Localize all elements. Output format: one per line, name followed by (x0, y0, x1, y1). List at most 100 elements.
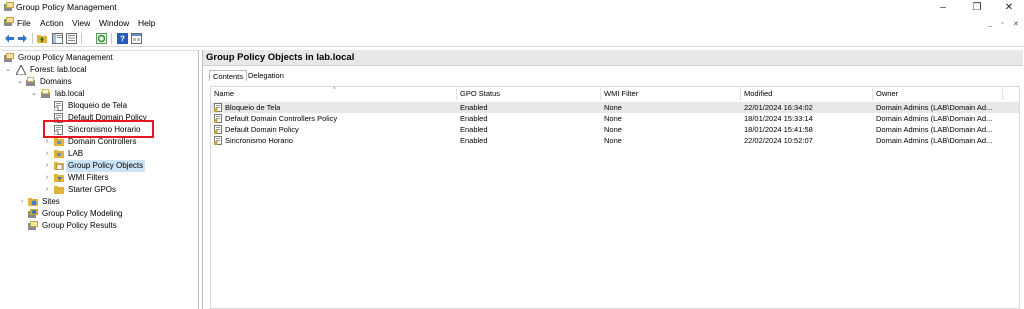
tab-contents[interactable]: Contents (209, 70, 248, 81)
cell-wmi: None (604, 114, 622, 123)
domains-icon (26, 77, 35, 86)
gpo-folder-icon (54, 162, 64, 170)
chevron-right-icon[interactable]: › (43, 184, 51, 196)
cell-owner: Domain Admins (LAB\Domain Ad... (876, 114, 993, 123)
gpo-link-icon (54, 101, 63, 111)
column-header-name[interactable]: Name ^ (211, 87, 457, 100)
maximize-button[interactable]: ❐ (962, 0, 992, 15)
menu-help[interactable]: Help (138, 18, 155, 28)
tree-label-results: Group Policy Results (42, 221, 117, 230)
tree-label-gpo-link: Bloqueio de Tela (68, 101, 128, 110)
gpo-icon (214, 136, 222, 145)
system-menu-icon[interactable] (4, 17, 14, 27)
cell-modified: 18/01/2024 15:33:14 (744, 114, 813, 123)
menu-view[interactable]: View (72, 18, 90, 28)
sort-ascending-icon: ^ (333, 87, 336, 93)
toolbar-separator (111, 33, 112, 44)
mdi-close-button[interactable]: ✕ (1013, 20, 1019, 28)
window-title: Group Policy Management (16, 2, 117, 12)
tree-label-forest: Forest: lab.local (30, 65, 87, 74)
close-button[interactable]: ✕ (994, 0, 1024, 15)
help-icon[interactable]: ? (117, 33, 128, 44)
column-header-owner[interactable]: Owner (873, 87, 1003, 100)
tree-label-starter-gpos: Starter GPOs (68, 185, 117, 194)
tree-label-wmi-filters: WMI Filters (68, 173, 109, 182)
forest-icon (16, 65, 26, 75)
menu-window[interactable]: Window (99, 18, 129, 28)
tree-label-lab-ou: LAB (68, 149, 84, 158)
cell-wmi: None (604, 136, 622, 145)
results-icon (28, 221, 38, 230)
title-bar: Group Policy Management – ❐ ✕ (0, 0, 1024, 15)
column-header-wmi-filter[interactable]: WMI Filter (601, 87, 741, 100)
table-row[interactable]: Default Domain Controllers Policy Enable… (211, 113, 1019, 124)
show-hide-tree-icon[interactable] (52, 33, 63, 44)
toolbar-separator (32, 33, 33, 44)
chevron-right-icon[interactable]: › (43, 172, 51, 184)
cell-modified: 22/01/2024 16:34:02 (744, 103, 813, 112)
column-label: Owner (876, 89, 899, 98)
column-label: WMI Filter (604, 89, 639, 98)
gpo-icon (214, 125, 222, 134)
folder-up-icon[interactable] (37, 33, 48, 44)
back-icon[interactable] (4, 33, 15, 44)
tree-label-domains: Domains (40, 77, 72, 86)
list-view-icon[interactable] (66, 33, 77, 44)
cell-wmi: None (604, 103, 622, 112)
column-label: GPO Status (460, 89, 501, 98)
cell-owner: Domain Admins (LAB\Domain Ad... (876, 136, 993, 145)
cell-name: Default Domain Policy (225, 125, 299, 134)
toolbar (0, 31, 1024, 47)
refresh-icon[interactable] (96, 33, 107, 44)
gpmc-app-icon (4, 2, 14, 11)
gpmc-icon (4, 53, 14, 62)
tree-label-root: Group Policy Management (18, 53, 113, 62)
table-row[interactable]: Bloqueio de Tela Enabled None 22/01/2024… (211, 102, 1019, 113)
chevron-right-icon[interactable]: › (43, 160, 51, 172)
chevron-right-icon[interactable]: › (43, 148, 51, 160)
cell-name: Default Domain Controllers Policy (225, 114, 338, 123)
starter-gpo-folder-icon (54, 186, 64, 194)
chevron-down-icon[interactable]: ⌄ (4, 64, 12, 76)
mdi-minimize-button[interactable]: _ (988, 20, 992, 27)
table-row[interactable]: Sincronismo Horario Enabled None 22/02/2… (211, 135, 1019, 146)
cell-owner: Domain Admins (LAB\Domain Ad... (876, 125, 993, 134)
tab-delegation[interactable]: Delegation (245, 70, 287, 81)
column-header-modified[interactable]: Modified (741, 87, 873, 100)
table-row[interactable]: Default Domain Policy Enabled None 18/01… (211, 124, 1019, 135)
chevron-right-icon[interactable]: › (43, 136, 51, 148)
chevron-down-icon[interactable]: ⌄ (16, 76, 24, 88)
ou-icon (54, 138, 64, 146)
cell-wmi: None (604, 125, 622, 134)
cell-modified: 18/01/2024 15:41:58 (744, 125, 813, 134)
sites-icon (28, 198, 38, 206)
column-header-gpo-status[interactable]: GPO Status (457, 87, 601, 100)
column-label: Modified (744, 89, 773, 98)
column-label: Name (214, 89, 235, 98)
mdi-restore-button[interactable]: ▫ (1001, 20, 1003, 27)
gpo-icon (214, 114, 222, 123)
tree-label-modeling: Group Policy Modeling (42, 209, 123, 218)
details-header: Group Policy Objects in lab.local (203, 50, 1023, 66)
minimize-button[interactable]: – (928, 0, 958, 15)
details-pane: Group Policy Objects in lab.local Conten… (202, 50, 1023, 309)
wmi-filter-folder-icon (54, 174, 64, 182)
toolbar-separator (81, 33, 82, 44)
cell-owner: Domain Admins (LAB\Domain Ad... (876, 103, 993, 112)
forward-icon[interactable] (17, 33, 28, 44)
gpo-list[interactable]: Name ^ GPO Status WMI Filter Modified Ow… (210, 86, 1020, 309)
domain-icon (41, 89, 50, 98)
menu-action[interactable]: Action (40, 18, 64, 28)
cell-modified: 22/02/2024 10:52:07 (744, 136, 813, 145)
cell-status: Enabled (460, 103, 488, 112)
cell-name: Sincronismo Horario (225, 136, 293, 145)
tree-label-group-policy-objects: Group Policy Objects (66, 160, 146, 172)
cell-status: Enabled (460, 136, 488, 145)
menu-file[interactable]: File (17, 18, 31, 28)
cell-name: Bloqueio de Tela (225, 103, 281, 112)
ou-icon (54, 150, 64, 158)
page-title: Group Policy Objects in lab.local (206, 52, 355, 63)
properties-icon[interactable] (131, 33, 142, 44)
chevron-down-icon[interactable]: ⌄ (30, 88, 38, 100)
chevron-right-icon[interactable]: › (18, 196, 26, 208)
